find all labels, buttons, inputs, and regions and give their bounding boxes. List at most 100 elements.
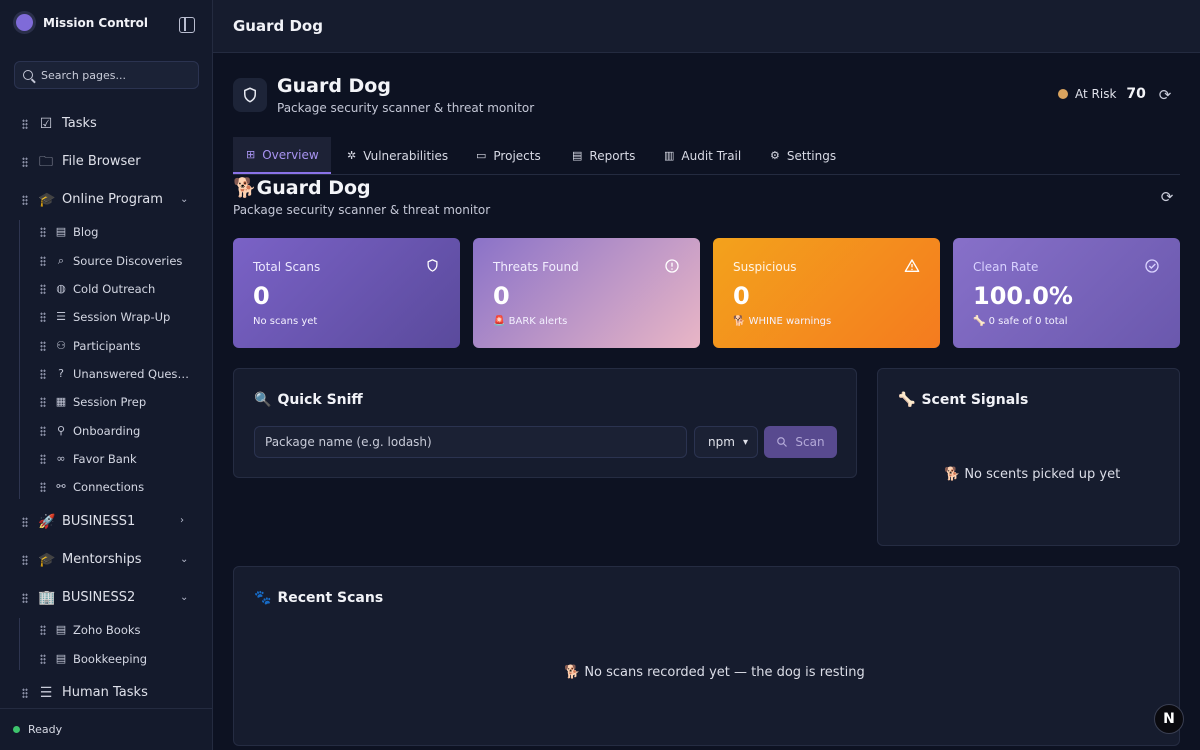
sidebar-subitem-cold-outreach[interactable]: ◍ Cold Outreach	[0, 275, 213, 303]
card-note: 🐕 WHINE warnings	[733, 316, 832, 327]
sidebar-item-business2[interactable]: 🏢 BUSINESS2 ⌄	[0, 584, 213, 612]
bug-icon: ✲	[347, 149, 357, 162]
drag-handle-icon[interactable]	[22, 555, 28, 565]
sidebar-item-mentorships[interactable]: 🎓 Mentorships ⌄	[0, 546, 213, 574]
drag-handle-icon[interactable]	[40, 625, 46, 635]
sidebar-item-human-tasks[interactable]: ☰ Human Tasks	[0, 679, 213, 707]
tab-label: Settings	[786, 148, 837, 163]
brand[interactable]: Mission Control	[16, 14, 148, 31]
dev-tools-badge[interactable]: N	[1154, 704, 1184, 734]
tab-audit-trail[interactable]: ▥ Audit Trail	[651, 137, 754, 174]
page-icon	[233, 78, 267, 112]
drag-handle-icon[interactable]	[40, 426, 46, 436]
drag-handle-icon[interactable]	[40, 482, 46, 492]
search-input[interactable]	[41, 68, 191, 82]
sidebar-subitem-source-discoveries[interactable]: ⌕ Source Discoveries	[0, 247, 213, 275]
sidebar-subitem-session-wrap-up[interactable]: ☰ Session Wrap-Up	[0, 303, 213, 331]
card-value: 0	[733, 282, 750, 310]
sidebar-item-tasks[interactable]: ☑ Tasks	[0, 110, 213, 138]
drag-handle-icon[interactable]	[40, 312, 46, 322]
tab-vulnerabilities[interactable]: ✲ Vulnerabilities	[334, 137, 461, 174]
sidebar-subitem-label: Onboarding	[73, 424, 141, 438]
tab-reports[interactable]: ▤ Reports	[559, 137, 648, 174]
recent-scans-panel: 🐾 Recent Scans 🐕 No scans recorded yet —…	[233, 566, 1180, 746]
search-icon	[23, 70, 33, 80]
ecosystem-select[interactable]: npm ▾	[694, 426, 758, 458]
panel-title-text: Scent Signals	[921, 392, 1029, 408]
sidebar-subitem-favor-bank[interactable]: ∞ Favor Bank	[0, 445, 213, 473]
shield-icon	[424, 258, 440, 274]
sidebar-item-label: Mentorships	[62, 552, 142, 567]
bone-icon: 🦴	[898, 392, 916, 408]
sidebar-subitem-label: Session Wrap-Up	[73, 310, 171, 324]
warning-triangle-icon	[904, 258, 920, 274]
drag-handle-icon[interactable]	[40, 284, 46, 294]
drag-handle-icon[interactable]	[40, 654, 46, 664]
drag-handle-icon[interactable]	[22, 517, 28, 527]
card-label: Total Scans	[253, 260, 321, 274]
tab-projects[interactable]: ▭ Projects	[463, 137, 554, 174]
drag-handle-icon[interactable]	[22, 157, 28, 167]
drag-handle-icon[interactable]	[22, 593, 28, 603]
drag-handle-icon[interactable]	[40, 227, 46, 237]
drag-handle-icon[interactable]	[40, 369, 46, 379]
scan-button[interactable]: Scan	[764, 426, 837, 458]
package-name-input[interactable]	[254, 426, 687, 458]
sidebar-subitem-connections[interactable]: ⚯ Connections	[0, 473, 213, 501]
chevron-down-icon[interactable]: ⌄	[180, 554, 188, 565]
sidebar-collapse-icon[interactable]	[179, 17, 195, 33]
drag-handle-icon[interactable]	[22, 195, 28, 205]
drag-handle-icon[interactable]	[40, 454, 46, 464]
sidebar-item-online-program[interactable]: 🎓 Online Program ⌄	[0, 186, 213, 214]
card-note: 🚨 BARK alerts	[493, 316, 568, 327]
sidebar-item-file-browser[interactable]: 🗀 File Browser	[0, 148, 213, 176]
drag-handle-icon[interactable]	[22, 119, 28, 129]
alert-circle-icon	[664, 258, 680, 274]
sidebar-item-label: BUSINESS2	[62, 590, 136, 605]
shield-icon	[244, 87, 256, 103]
list-check-icon: ☰	[39, 685, 53, 701]
checkbox-icon: ☑	[39, 116, 53, 132]
sidebar-item-business1[interactable]: 🚀 BUSINESS1 ›	[0, 508, 213, 536]
sidebar-subitem-unanswered-questions[interactable]: ? Unanswered Questio...	[0, 360, 213, 388]
refresh-icon[interactable]: ⟳	[1159, 189, 1175, 205]
building-icon: 🏢	[38, 590, 56, 606]
refresh-icon[interactable]: ⟳	[1157, 87, 1173, 103]
sidebar-subitem-label: Blog	[73, 225, 99, 239]
sidebar-subitem-bookkeeping[interactable]: ▤ Bookkeeping	[0, 645, 213, 673]
gear-icon: ⚙	[770, 149, 780, 162]
tab-label: Vulnerabilities	[363, 148, 449, 163]
empty-state-text: 🐕 No scents picked up yet	[944, 467, 1121, 482]
stat-card-total-scans: Total Scans 0 No scans yet	[233, 238, 460, 348]
drag-handle-icon[interactable]	[40, 341, 46, 351]
tab-settings[interactable]: ⚙ Settings	[757, 137, 849, 174]
tab-bar: ⊞ Overview ✲ Vulnerabilities ▭ Projects …	[233, 137, 1180, 175]
sidebar-item-label: File Browser	[62, 154, 141, 169]
folder-icon: 🗀	[39, 154, 53, 170]
panel-title-text: Recent Scans	[277, 590, 384, 606]
quick-sniff-panel: 🔍 Quick Sniff npm ▾ Scan	[233, 368, 857, 478]
chevron-down-icon[interactable]: ⌄	[180, 592, 188, 603]
search-icon	[777, 437, 788, 447]
chevron-down-icon[interactable]: ⌄	[180, 194, 188, 205]
tab-overview[interactable]: ⊞ Overview	[233, 137, 331, 174]
sidebar-subitem-zoho-books[interactable]: ▤ Zoho Books	[0, 616, 213, 644]
page-subtitle: Package security scanner & threat monito…	[277, 101, 535, 115]
card-value: 100.0%	[973, 282, 1073, 310]
sidebar-subitem-label: Connections	[73, 480, 145, 494]
card-value: 0	[493, 282, 510, 310]
drag-handle-icon[interactable]	[40, 397, 46, 407]
sidebar-subitem-participants[interactable]: ⚇ Participants	[0, 332, 213, 360]
graduation-cap-icon: 🎓	[38, 552, 56, 568]
sidebar-subitem-blog[interactable]: ▤ Blog	[0, 218, 213, 246]
drag-handle-icon[interactable]	[40, 256, 46, 266]
rocket-icon: 🚀	[38, 514, 56, 530]
topbar: Guard Dog	[213, 0, 1200, 53]
sidebar-subitem-session-prep[interactable]: ▦ Session Prep	[0, 388, 213, 416]
stat-card-clean-rate: Clean Rate 100.0% 🦴 0 safe of 0 total	[953, 238, 1180, 348]
sidebar-search[interactable]	[14, 61, 199, 89]
chevron-right-icon[interactable]: ›	[180, 515, 184, 526]
drag-handle-icon[interactable]	[22, 688, 28, 698]
sidebar-subitem-onboarding[interactable]: ⚲ Onboarding	[0, 417, 213, 445]
section-title: 🐕Guard Dog	[233, 176, 371, 199]
